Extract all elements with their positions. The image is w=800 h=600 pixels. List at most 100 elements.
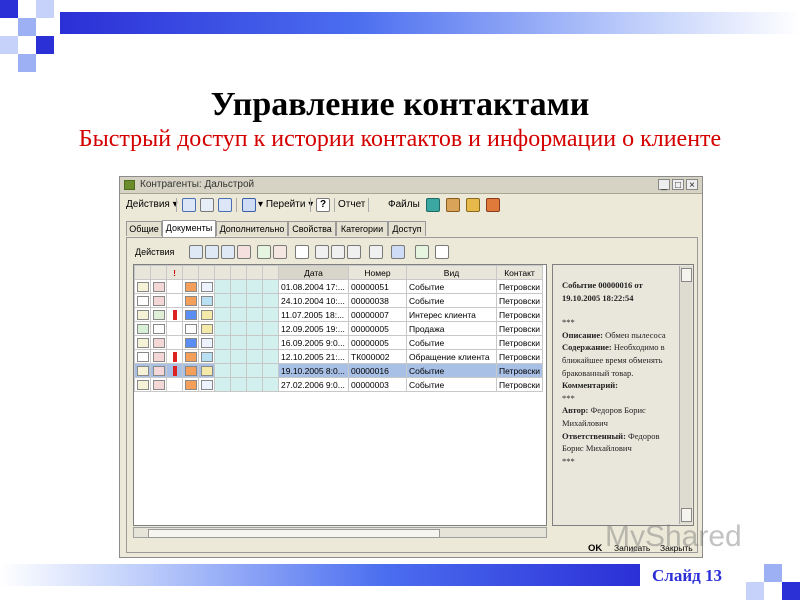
empty-row — [135, 405, 543, 418]
row-flag-cell — [214, 293, 231, 308]
status-icon — [152, 365, 165, 376]
table-row[interactable]: 01.08.2004 17:... 00000051 Событие Петровск… — [134, 279, 544, 294]
create-based-icon[interactable] — [391, 245, 405, 259]
empty-cell — [279, 496, 349, 509]
status-icon — [136, 309, 149, 320]
row-status-icon — [198, 335, 215, 350]
add-icon[interactable] — [189, 245, 203, 259]
col-kind-header[interactable]: Вид — [406, 265, 497, 280]
col-number-header[interactable]: Номер — [348, 265, 407, 280]
close-icon[interactable]: × — [686, 179, 698, 191]
filter-list-icon[interactable] — [347, 245, 361, 259]
table-row[interactable]: 12.09.2005 19:... 00000005 Продажа Петровск… — [134, 321, 544, 336]
edit-icon[interactable] — [221, 245, 235, 259]
structure-icon[interactable] — [435, 245, 449, 259]
table-row[interactable]: 27.02.2006 9:0... 00000003 Событие Петровск… — [134, 377, 544, 392]
interval-icon[interactable] — [295, 245, 309, 259]
empty-cell — [199, 470, 215, 483]
goto-menu-button[interactable]: ▾ Перейти ▾ — [258, 197, 313, 213]
col-flag-header[interactable] — [182, 265, 199, 280]
decor-square — [36, 0, 54, 18]
phone-icon[interactable] — [446, 198, 460, 212]
row-status-icon — [150, 363, 167, 378]
ok-button[interactable]: OK — [588, 543, 602, 554]
empty-cell — [279, 457, 349, 470]
printer-icon[interactable] — [486, 198, 500, 212]
empty-cell — [407, 457, 497, 470]
tab-additional[interactable]: Дополнительно — [216, 221, 288, 236]
col-flag-header[interactable] — [134, 265, 151, 280]
decor-square — [0, 36, 18, 54]
empty-cell — [407, 470, 497, 483]
col-important-header[interactable]: ! — [166, 265, 183, 280]
col-flag-header[interactable] — [198, 265, 215, 280]
tab-general[interactable]: Общие — [126, 221, 162, 236]
empty-cell — [215, 418, 231, 431]
tab-documents[interactable]: Документы — [162, 220, 216, 237]
help-icon[interactable]: ? — [316, 198, 330, 212]
maximize-icon[interactable]: □ — [672, 179, 684, 191]
filter-clear-icon[interactable] — [369, 245, 383, 259]
col-flag-header[interactable] — [246, 265, 263, 280]
vertical-scrollbar[interactable] — [679, 266, 692, 524]
status-icon — [169, 338, 181, 348]
row-status-icon — [182, 307, 199, 322]
goto-icon[interactable] — [242, 198, 256, 212]
table-row[interactable]: 12.10.2005 21:... ТК000002 Обращение клиен… — [134, 349, 544, 364]
tab-access[interactable]: Доступ — [388, 221, 426, 236]
copy-icon[interactable] — [205, 245, 219, 259]
col-contact-header[interactable]: Контакт — [495, 265, 544, 280]
col-flag-header[interactable] — [230, 265, 247, 280]
status-icon — [200, 365, 213, 376]
report-button[interactable]: Отчет — [338, 197, 365, 213]
unpost-icon[interactable] — [273, 245, 287, 259]
status-icon — [184, 295, 197, 306]
status-icon — [136, 379, 149, 390]
window-title: Контрагенты: Дальстрой — [140, 179, 255, 190]
post-icon[interactable] — [257, 245, 271, 259]
table-row[interactable]: 11.07.2005 18:... 00000007 Интерес клиента… — [134, 307, 544, 322]
refresh-icon[interactable] — [200, 198, 214, 212]
row-status-icon — [134, 349, 151, 364]
col-flag-header[interactable] — [214, 265, 231, 280]
row-status-icon — [134, 293, 151, 308]
empty-row — [135, 431, 543, 444]
table-row[interactable]: 24.10.2004 10:... 00000038 Событие Петровск… — [134, 293, 544, 308]
row-contact: Петровски — [495, 335, 544, 350]
row-status-icon — [150, 349, 167, 364]
pane-actions-menu-button[interactable]: Действия ▾ — [135, 244, 175, 273]
minimize-icon[interactable]: _ — [658, 179, 670, 191]
col-flag-header[interactable] — [150, 265, 167, 280]
table-row[interactable]: 19.10.2005 8:0... 00000016 Событие Петровск… — [134, 363, 544, 378]
empty-cell — [135, 431, 151, 444]
pane-actions-label: Действия — [135, 247, 175, 257]
empty-cell — [231, 392, 247, 406]
col-date-header[interactable]: Дата — [278, 265, 349, 280]
status-icon — [152, 323, 165, 334]
actions-menu-button[interactable]: Действия ▾ — [126, 197, 178, 213]
filter-icon[interactable] — [315, 245, 329, 259]
row-number: 00000007 — [348, 307, 407, 322]
table-row[interactable]: 16.09.2005 9:0... 00000005 Событие Петровск… — [134, 335, 544, 350]
refresh-list-icon[interactable] — [415, 245, 429, 259]
forward-icon[interactable] — [218, 198, 232, 212]
empty-cell — [263, 509, 279, 522]
empty-cell — [263, 444, 279, 457]
camera-icon[interactable] — [426, 198, 440, 212]
empty-cell — [247, 418, 263, 431]
tab-properties[interactable]: Свойства — [288, 221, 336, 236]
row-flag-cell — [230, 377, 247, 392]
back-arrow-icon[interactable] — [182, 198, 196, 212]
delete-icon[interactable] — [237, 245, 251, 259]
row-date: 19.10.2005 8:0... — [278, 363, 349, 378]
files-button[interactable]: Файлы — [388, 197, 420, 213]
filter-set-icon[interactable] — [331, 245, 345, 259]
row-contact: Петровски — [495, 363, 544, 378]
scroll-up-button[interactable] — [681, 268, 692, 282]
empty-cell — [349, 457, 407, 470]
lock-person-icon[interactable] — [466, 198, 480, 212]
tab-categories[interactable]: Категории — [336, 221, 388, 236]
row-flag-cell — [262, 307, 279, 322]
empty-cell — [231, 457, 247, 470]
col-flag-header[interactable] — [262, 265, 279, 280]
